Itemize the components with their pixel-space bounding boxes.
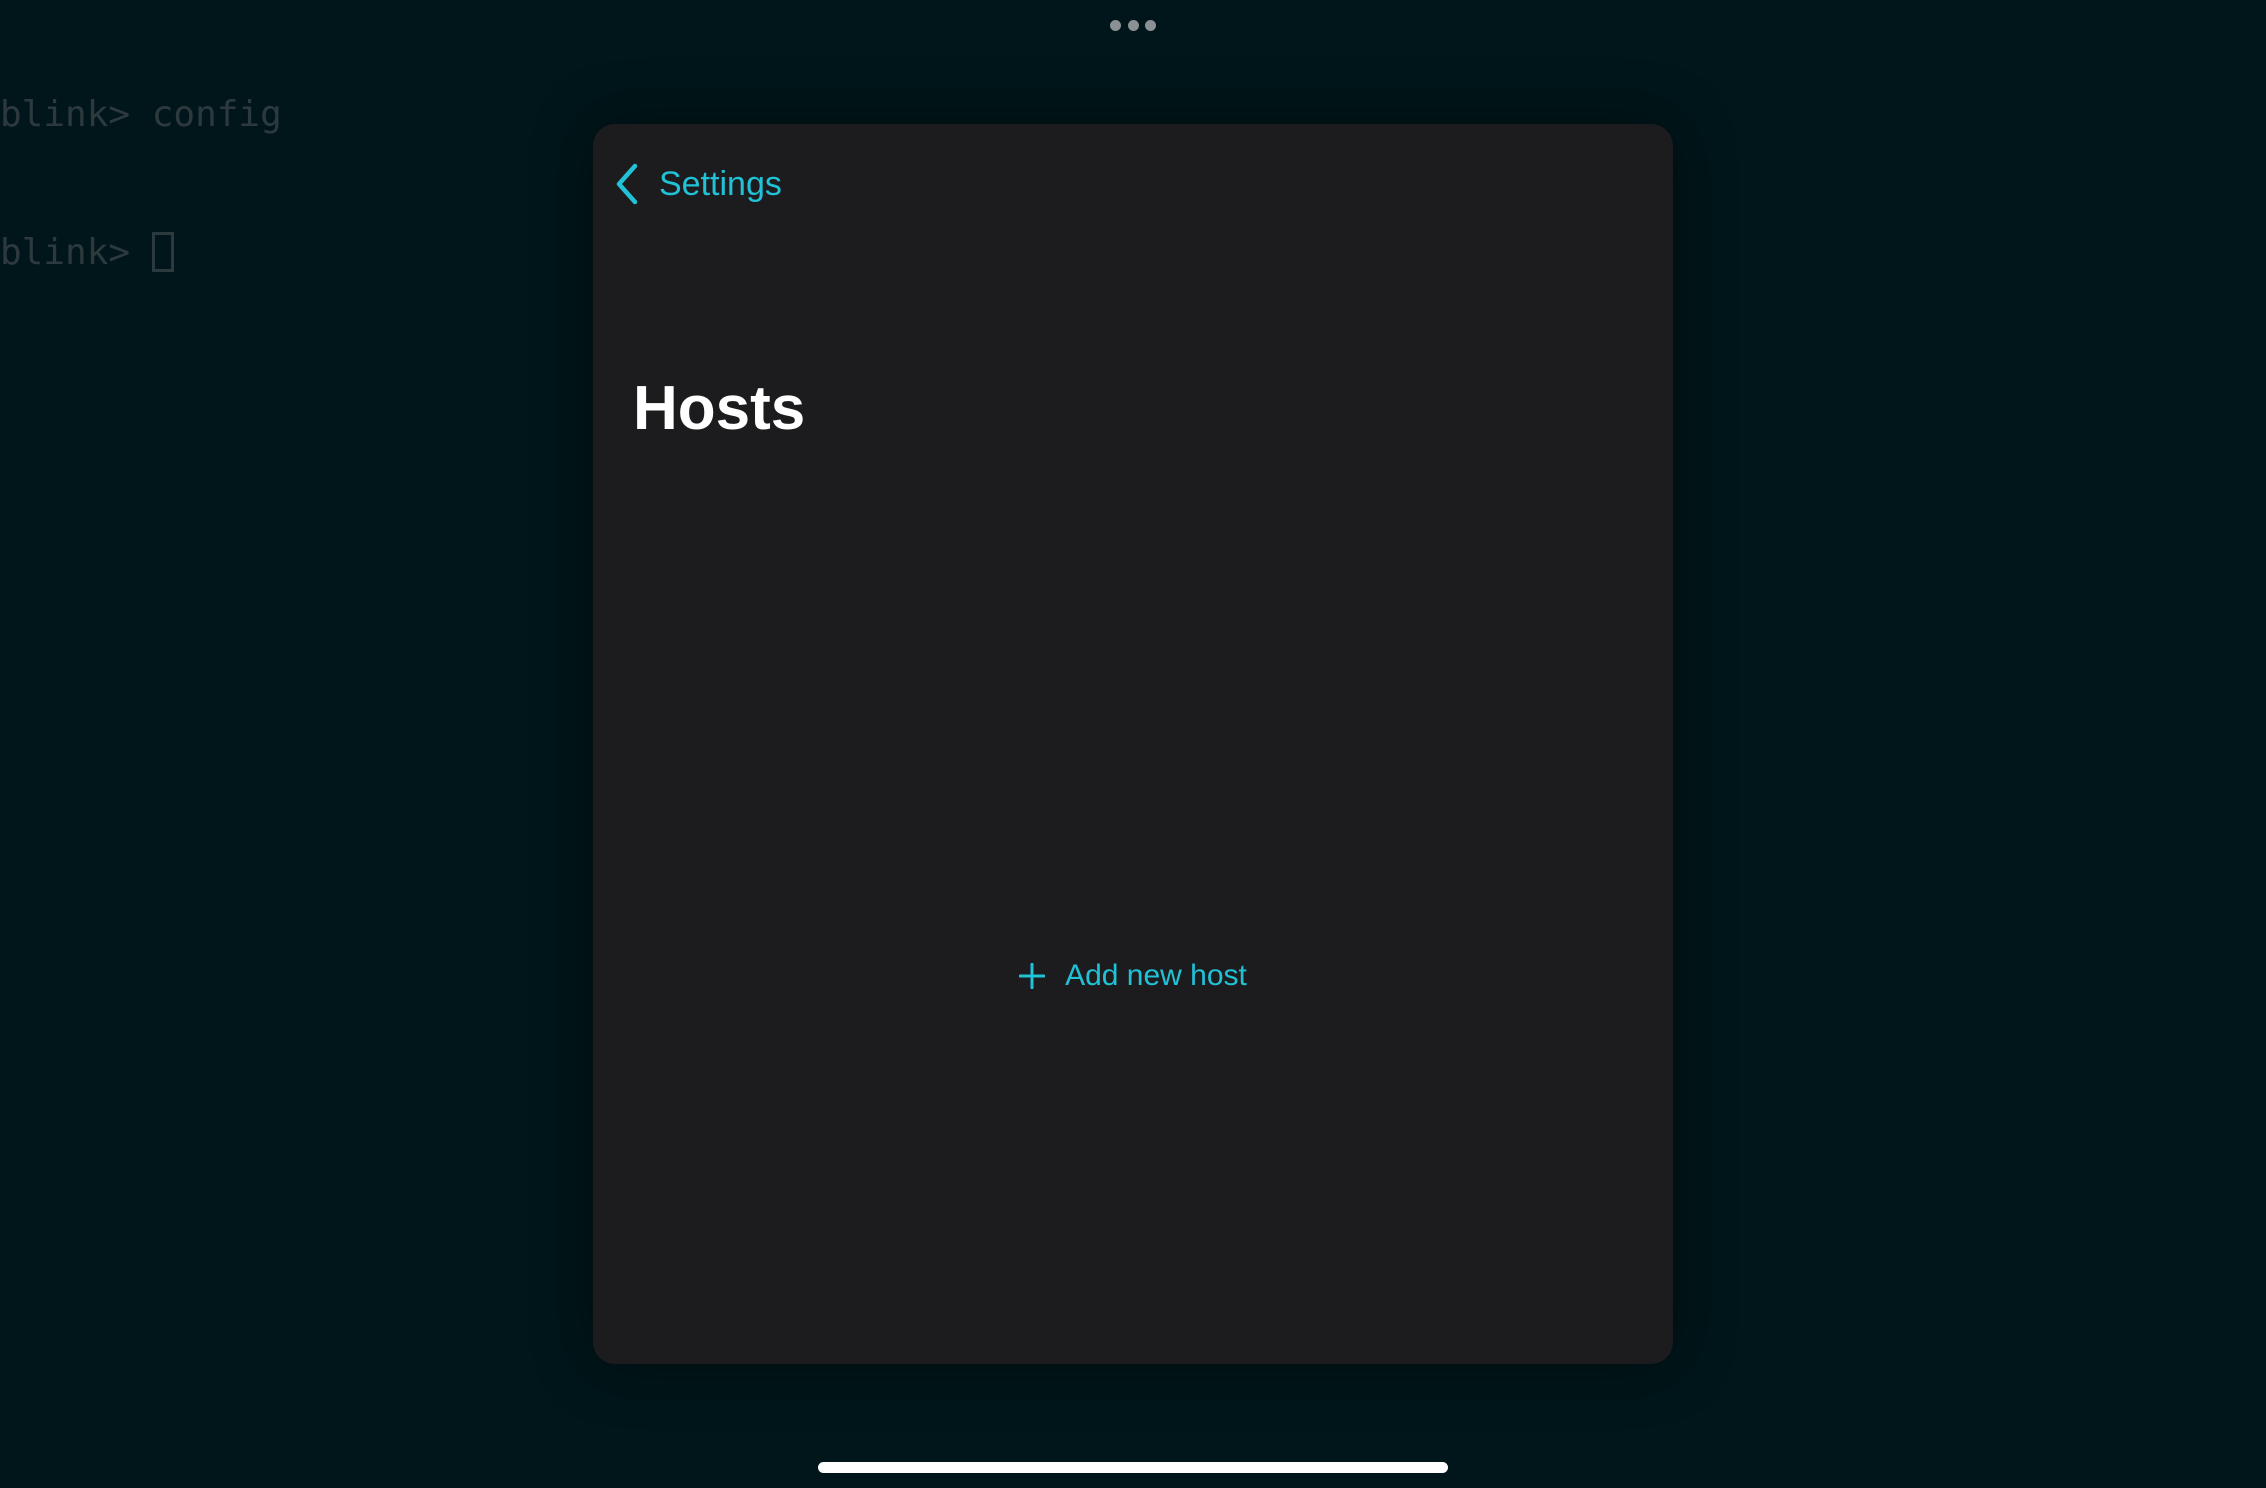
ellipsis-icon[interactable]	[1110, 18, 1156, 32]
terminal-command: config	[151, 94, 282, 135]
terminal-line: blink> config	[0, 92, 282, 138]
terminal-line: blink>	[0, 230, 282, 276]
chevron-left-icon	[616, 163, 638, 205]
terminal-cursor	[151, 232, 174, 272]
back-button-label: Settings	[659, 164, 782, 203]
add-new-host-label: Add new host	[1065, 959, 1247, 992]
hosts-sheet: Settings Hosts Add new host	[593, 124, 1673, 1364]
terminal-output[interactable]: blink> config blink>	[0, 0, 282, 322]
terminal-prompt: blink>	[0, 232, 152, 273]
plus-icon	[1019, 963, 1046, 989]
dot	[1145, 19, 1156, 31]
add-new-host-button[interactable]: Add new host	[593, 946, 1673, 1006]
dot	[1110, 19, 1121, 31]
page-title: Hosts	[633, 374, 806, 443]
back-to-settings-button[interactable]: Settings	[613, 154, 782, 214]
home-indicator[interactable]	[818, 1462, 1448, 1473]
dot	[1127, 19, 1139, 31]
terminal-prompt: blink>	[0, 94, 152, 135]
